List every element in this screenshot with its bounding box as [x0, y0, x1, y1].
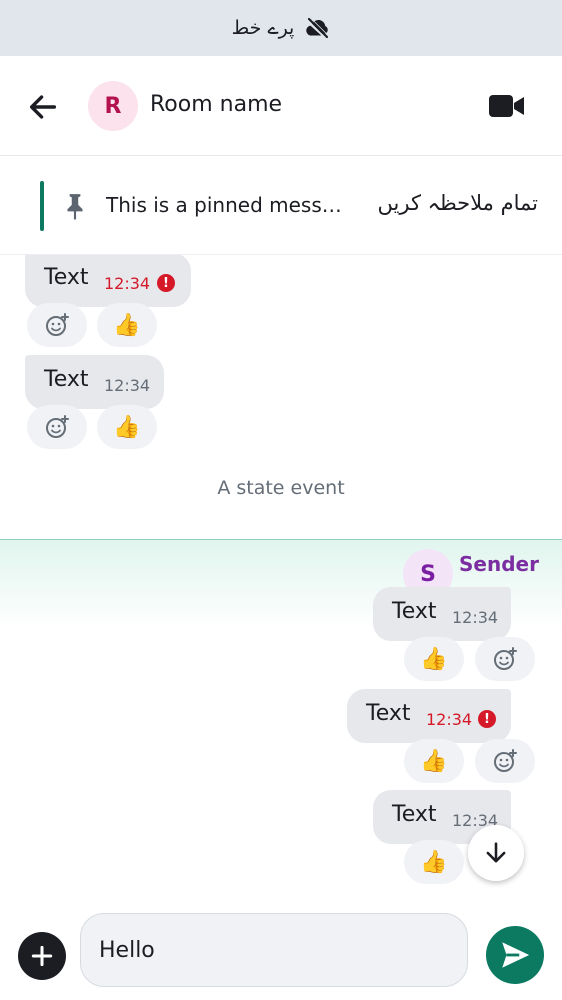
- add-reaction-icon: [46, 313, 69, 336]
- room-name[interactable]: Room name: [150, 92, 282, 117]
- reaction-thumbs-up[interactable]: 👍: [97, 405, 157, 449]
- thumbs-up-emoji: 👍: [420, 646, 448, 672]
- message-bubble[interactable]: Text 12:34: [25, 355, 164, 409]
- reaction-thumbs-up[interactable]: 👍: [404, 739, 464, 783]
- room-header: R Room name: [0, 56, 562, 156]
- reaction-thumbs-up[interactable]: 👍: [97, 303, 157, 347]
- sender-name[interactable]: Sender: [459, 552, 539, 576]
- send-icon: [502, 942, 530, 968]
- message-timestamp: 12:34: [426, 710, 473, 729]
- add-reaction-icon: [46, 415, 69, 438]
- arrow-down-icon: [486, 842, 506, 863]
- message-text: Text: [392, 599, 437, 624]
- reaction-thumbs-up[interactable]: 👍: [404, 840, 464, 884]
- pin-icon: [62, 192, 88, 220]
- thumbs-up-emoji: 👍: [113, 312, 141, 338]
- message-bubble[interactable]: Text 12:34: [373, 587, 511, 641]
- message-bubble[interactable]: Text 12:34 !: [347, 689, 511, 743]
- message-timestamp: 12:34: [104, 376, 151, 395]
- attach-button[interactable]: [18, 932, 66, 980]
- error-icon[interactable]: !: [478, 710, 496, 728]
- arrow-left-icon: [29, 95, 57, 119]
- message-timestamp: 12:34: [104, 274, 151, 293]
- message-composer: Hello: [0, 895, 562, 1000]
- reaction-thumbs-up[interactable]: 👍: [404, 637, 464, 681]
- offline-banner-text: پرے خط: [231, 17, 295, 39]
- thumbs-up-emoji: 👍: [420, 849, 448, 875]
- add-reaction-icon: [494, 749, 517, 772]
- back-button[interactable]: [26, 90, 60, 124]
- cloud-off-icon: [306, 16, 330, 40]
- message-text: Text: [44, 265, 89, 290]
- thumbs-up-emoji: 👍: [420, 748, 448, 774]
- message-text: Text: [366, 701, 411, 726]
- plus-icon: [31, 945, 53, 967]
- error-icon[interactable]: !: [157, 274, 175, 292]
- state-event: A state event: [217, 477, 345, 499]
- add-reaction-button[interactable]: [27, 405, 87, 449]
- message-text: Text: [392, 802, 437, 827]
- message-timeline[interactable]: Text 12:34 ! 👍 Text 12:34 👍 A state even…: [0, 255, 562, 895]
- offline-banner: پرے خط: [0, 0, 562, 56]
- add-reaction-button[interactable]: [475, 739, 535, 783]
- send-button[interactable]: [486, 926, 544, 984]
- view-all-pinned-link[interactable]: تمام ملاحظہ کریں: [378, 191, 538, 215]
- message-text: Text: [44, 367, 89, 392]
- pinned-message-text: This is a pinned mess…: [106, 193, 342, 217]
- video-camera-icon: [489, 95, 524, 117]
- add-reaction-icon: [494, 647, 517, 670]
- add-reaction-button[interactable]: [27, 303, 87, 347]
- thumbs-up-emoji: 👍: [113, 414, 141, 440]
- pinned-indicator-bar: [40, 181, 44, 231]
- add-reaction-button[interactable]: [475, 637, 535, 681]
- message-timestamp: 12:34: [452, 608, 499, 627]
- pinned-message-banner[interactable]: This is a pinned mess… تمام ملاحظہ کریں: [0, 157, 562, 255]
- scroll-to-bottom-button[interactable]: [468, 825, 524, 881]
- message-input[interactable]: Hello: [80, 913, 468, 987]
- room-avatar[interactable]: R: [88, 81, 138, 131]
- message-bubble[interactable]: Text 12:34 !: [25, 255, 191, 307]
- video-call-button[interactable]: [488, 92, 526, 120]
